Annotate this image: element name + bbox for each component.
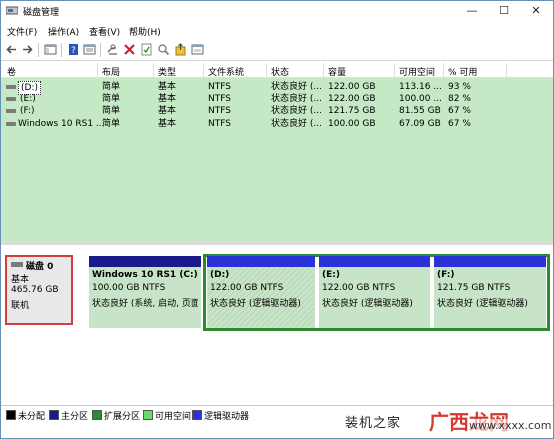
disk-0-info[interactable]: 磁盘 0 基本 465.76 GB 联机 (5, 255, 73, 325)
connect-icon[interactable] (106, 43, 119, 56)
logical-drive-bar (319, 256, 430, 267)
logical-drive-bar (434, 256, 546, 267)
window-title: 磁盘管理 (23, 8, 60, 18)
legend-logical: 逻辑驱动器 (204, 412, 250, 422)
watermark-text-3: www.xxxx.com (469, 419, 552, 432)
volume-row[interactable]: (E:) 简单 基本 NTFS 状态良好 (... 122.00 GB 100.… (1, 93, 553, 105)
partition-e[interactable]: (E:) 122.00 GB NTFS 状态良好 (逻辑驱动器) (319, 256, 430, 328)
drive-icon (6, 109, 16, 113)
partition-c[interactable]: Windows 10 RS1 (C:) 100.00 GB NTFS 状态良好 … (89, 256, 201, 328)
legend-primary: 主分区 (61, 412, 89, 422)
disk-icon (11, 262, 23, 267)
disk-management-icon (6, 6, 18, 15)
watermark: 装机之家 广西龙网 www.xxxx.com (345, 405, 553, 435)
view-icon[interactable] (191, 43, 204, 56)
properties-icon[interactable] (83, 43, 96, 56)
volume-row[interactable]: (F:) 简单 基本 NTFS 状态良好 (... 121.75 GB 81.5… (1, 105, 553, 117)
disk-size: 465.76 GB (11, 285, 59, 295)
partition-d[interactable]: (D:) 122.00 GB NTFS 状态良好 (逻辑驱动器) (207, 256, 315, 328)
menu-bar: 文件(F) 操作(A) 查看(V) 帮助(H) (1, 21, 553, 39)
col-type[interactable]: 类型 (158, 65, 176, 78)
legend-free: 可用空间 (155, 412, 192, 422)
col-volume[interactable]: 卷 (7, 65, 16, 78)
legend-swatch-primary (49, 410, 59, 420)
legend-swatch-extended (92, 410, 102, 420)
col-filesystem[interactable]: 文件系统 (208, 65, 244, 78)
volume-row[interactable]: Windows 10 RS1 ... 简单 基本 NTFS 状态良好 (... … (1, 118, 553, 130)
disk-state: 联机 (11, 301, 30, 311)
menu-action[interactable]: 操作(A) (48, 25, 79, 38)
disk-graphical-view: 磁盘 0 基本 465.76 GB 联机 Windows 10 RS1 (C:)… (1, 245, 553, 401)
logical-drive-bar (207, 256, 315, 267)
disk-management-window: 磁盘管理 — ☐ ✕ 文件(F) 操作(A) 查看(V) 帮助(H) ? 卷 布… (0, 0, 554, 439)
svg-text:?: ? (71, 46, 76, 56)
legend-swatch-free (143, 410, 153, 420)
partition-f[interactable]: (F:) 121.75 GB NTFS 状态良好 (逻辑驱动器) (434, 256, 546, 328)
menu-help[interactable]: 帮助(H) (129, 25, 161, 38)
check-icon[interactable] (140, 43, 153, 56)
legend-extended: 扩展分区 (104, 412, 141, 422)
maximize-button[interactable]: ☐ (489, 1, 519, 21)
legend-unallocated: 未分配 (18, 412, 46, 422)
minimize-button[interactable]: — (457, 1, 487, 21)
disk-type: 基本 (11, 275, 30, 285)
watermark-text-1: 装机之家 (345, 416, 402, 431)
drive-icon (6, 97, 16, 101)
primary-partition-bar (89, 256, 201, 267)
col-layout[interactable]: 布局 (102, 65, 120, 78)
menu-view[interactable]: 查看(V) (89, 25, 120, 38)
col-status[interactable]: 状态 (271, 65, 289, 78)
legend-swatch-unallocated (6, 410, 16, 420)
disk-name: 磁盘 0 (26, 262, 54, 272)
forward-icon[interactable] (21, 43, 34, 56)
export-icon[interactable] (174, 43, 187, 56)
close-button[interactable]: ✕ (521, 1, 551, 21)
column-headers: 卷 布局 类型 文件系统 状态 容量 可用空间 % 可用 (1, 63, 553, 78)
col-capacity[interactable]: 容量 (328, 65, 346, 78)
volume-list[interactable]: 卷 布局 类型 文件系统 状态 容量 可用空间 % 可用 (D:) 简单 基本 … (1, 63, 553, 241)
menu-file[interactable]: 文件(F) (7, 25, 37, 38)
drive-icon (6, 122, 16, 126)
volume-row[interactable]: (D:) 简单 基本 NTFS 状态良好 (... 122.00 GB 113.… (1, 81, 553, 95)
col-percent-free[interactable]: % 可用 (448, 65, 477, 78)
console-icon[interactable] (44, 43, 57, 56)
search-icon[interactable] (157, 43, 170, 56)
toolbar: ? (1, 40, 553, 61)
col-free[interactable]: 可用空间 (399, 65, 435, 78)
title-bar: 磁盘管理 — ☐ ✕ (1, 1, 553, 21)
delete-icon[interactable] (123, 43, 136, 56)
legend-swatch-logical (192, 410, 202, 420)
help-icon[interactable]: ? (67, 43, 80, 56)
back-icon[interactable] (5, 43, 18, 56)
drive-icon (6, 85, 16, 89)
